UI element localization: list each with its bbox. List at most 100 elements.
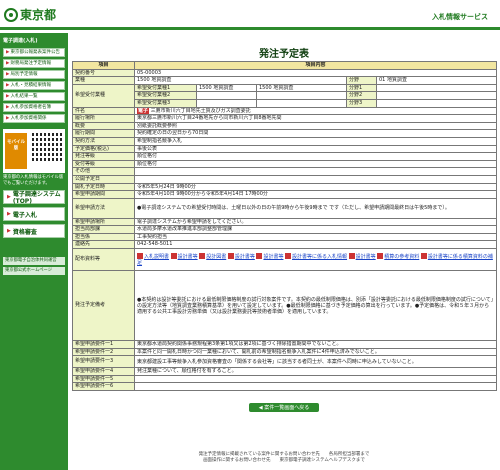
sidebar-item[interactable]: ▶入札・見積結果情報: [3, 81, 65, 90]
pdf-icon: [377, 253, 384, 260]
row-value: 東京都水道局契約関係事務規程第3条第1項又は第2項に基づく排除措置期間中でないこ…: [133, 340, 498, 349]
sidebar-item[interactable]: ▶財務局発注予定情報: [3, 59, 65, 68]
row-value: 042-548-5011: [133, 240, 498, 250]
sidebar-link[interactable]: 東京都電子自治体共同運営: [3, 257, 65, 265]
row-sublabel: 分野1: [346, 83, 377, 93]
row-label: 希望申請期間: [72, 190, 135, 199]
mobile-banner[interactable]: モバイル版: [3, 129, 65, 173]
row-value: [256, 98, 347, 108]
logo-text: 東京都: [20, 8, 57, 22]
sidebar-item[interactable]: ▶入札参加資格関係: [3, 114, 65, 123]
row-label: 希望受付業種2: [134, 91, 197, 100]
row-value: 05-00003: [133, 68, 498, 78]
qr-code-icon: [32, 133, 62, 163]
row-sublabel: 分野: [346, 76, 377, 85]
row-label: 公開予定日: [72, 174, 135, 184]
row-value: 電子 三鷹市新川六丁目地先土質及びガス調査委託: [133, 106, 498, 116]
pdf-icon: [227, 253, 234, 260]
row-subvalue: [375, 91, 498, 100]
row-label: 担当係: [72, 232, 135, 242]
pdf-icon: [137, 253, 143, 260]
header: 東京都 入札情報サービス: [0, 0, 500, 30]
sidebar-big-item[interactable]: ▶ 電子入札: [3, 207, 65, 221]
row-label: 希望受付業種3: [134, 98, 197, 108]
row-value: [133, 167, 498, 176]
row-value: 令和5年4月10日 9時00分から令和5年4月14日 17時00分: [133, 190, 498, 199]
pdf-icon: [256, 253, 263, 260]
row-label: 配布資料等: [72, 248, 135, 272]
row-label: 履行場所: [72, 114, 135, 123]
row-value: ●本契約は設計等委託における最低制限価格制度の試行対象案件です。本契約の最低制限…: [133, 270, 498, 342]
row-value: 東京都三鷹市新川六丁目24番地先から同市新川六丁目8番地先間: [133, 114, 498, 123]
row-value: 1500 地質調査: [134, 76, 347, 85]
footer: 発注予定情報に掲載されている案件に関するお問い合わせ先 各局所担当部署まで 画面…: [72, 452, 496, 464]
sidebar-item[interactable]: ▶局別予定情報: [3, 70, 65, 79]
row-value: 水道局多摩水道改革推進本部調整部管理課: [133, 225, 498, 234]
sidebar-item[interactable]: ▶入札結果一覧: [3, 92, 65, 101]
row-label: 発注予定備考: [72, 270, 135, 342]
pdf-icon: [170, 253, 177, 260]
row-label: その他: [72, 167, 135, 176]
tokyo-logo-icon: [4, 7, 18, 22]
row-subvalue: [375, 83, 498, 93]
doc-link[interactable]: 設計書等: [263, 254, 283, 260]
row-label: 予定価格(税込): [72, 144, 135, 154]
doc-link[interactable]: 設計書等: [235, 254, 255, 260]
row-label: 希望申請要件一5: [72, 374, 135, 384]
row-label: 概要: [72, 121, 135, 131]
sidebar-big-item[interactable]: ▶ 電子調達システム(TOP): [3, 190, 65, 205]
row-value: 1500 地質調査: [256, 83, 347, 93]
doc-link[interactable]: 設計書等: [356, 254, 376, 260]
page-title: 発注予定表: [259, 49, 309, 60]
doc-link[interactable]: 積算の参考資料: [384, 254, 419, 260]
row-value: 1500 地質調査: [196, 83, 257, 93]
footer-line: 画面操作に関するお問い合わせ先 東京都電子調達システムヘルプデスクまで: [203, 458, 365, 463]
row-subvalue: 01 地質調査: [375, 76, 498, 85]
sidebar-item[interactable]: ▶東京都公報発表案件公告: [3, 48, 65, 57]
row-value: 電子調達システムから希望申請をしてください。: [133, 217, 498, 227]
pdf-icon: [285, 253, 292, 260]
header-item: 項目: [72, 61, 135, 70]
service-name: 入札情報サービス: [432, 13, 488, 21]
row-label: 受付等級: [72, 159, 135, 169]
pdf-icon: [348, 253, 355, 260]
row-value: 東京都建設工事等競争入札参加資格審査の「関係する会社等」に該当する者同士が、本案…: [133, 355, 498, 369]
doc-link[interactable]: 設計書等に係る入札情報: [292, 254, 347, 260]
row-label: 希望申請要件一2: [72, 347, 135, 357]
row-sublabel: 分野3: [346, 98, 377, 108]
row-value: 別紙委託概要参照: [133, 121, 498, 131]
tokyo-logo[interactable]: 東京都: [4, 6, 56, 23]
row-value: ●電子調達システムでの希望受付時間は、土曜日以外の日の午前9時から午後9時まで …: [133, 197, 498, 219]
row-label: 希望申請要件一1: [72, 340, 135, 349]
doc-link[interactable]: 入札説明書: [144, 254, 169, 260]
pdf-icon: [420, 253, 427, 260]
row-value: 令和5年5月24日 9時00分: [133, 182, 498, 192]
doc-link[interactable]: 設計書等: [178, 254, 198, 260]
sidebar-heading: 電子調達(入札): [3, 38, 38, 44]
row-value: [256, 91, 347, 100]
row-value: [133, 382, 498, 392]
sidebar-link[interactable]: 東京都公式ホームページ: [3, 267, 65, 275]
row-label: 希望申請要件一6: [72, 382, 135, 392]
row-value: 希望制指名競争入札: [133, 136, 498, 146]
row-label: 開札予定日時: [72, 182, 135, 192]
row-label: 希望受付業種1: [134, 83, 197, 93]
row-label: 件名: [72, 106, 135, 116]
doc-link[interactable]: 設計図書: [206, 254, 226, 260]
row-sublabel: 分野2: [346, 91, 377, 100]
row-value: 順位格付: [133, 152, 498, 161]
sidebar: 電子調達(入札) ▶東京都公報発表案件公告 ▶財務局発注予定情報 ▶局別予定情報…: [0, 33, 68, 470]
sidebar-big-item[interactable]: ▶ 資格審査: [3, 224, 65, 238]
row-label: 担当局部課: [72, 225, 135, 234]
row-value: [133, 174, 498, 184]
back-to-list-button[interactable]: ◀ 案件一覧画面へ戻る: [248, 403, 320, 413]
main-content: 発注予定表 項目 項目内容 契約番号 05-00003 業種 1500 地質調査…: [72, 33, 498, 413]
mobile-icon: モバイル版: [5, 133, 27, 169]
sidebar-item[interactable]: ▶入札参加資格者名簿: [3, 103, 65, 112]
row-value: [196, 91, 257, 100]
row-label: 希望受付業種: [72, 83, 135, 108]
row-label: 履行期間: [72, 129, 135, 138]
row-value: 本案件と同一開札日時かつ同一業種において、開札前の希望制指名競争入札案件に4件申…: [133, 347, 498, 357]
row-label: 契約番号: [72, 68, 135, 78]
row-value: [133, 374, 498, 384]
